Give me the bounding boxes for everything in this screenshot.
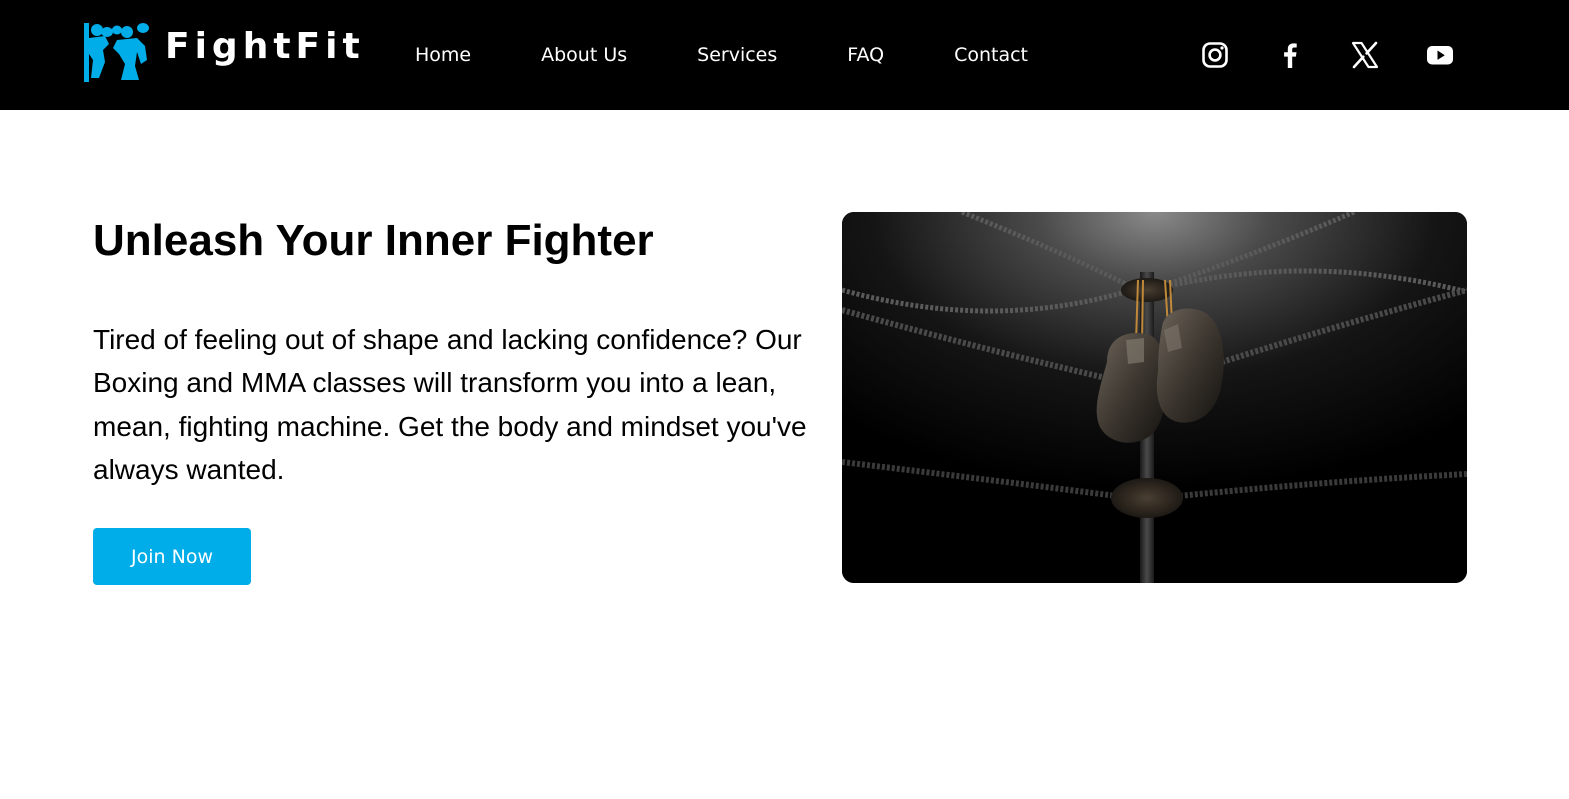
youtube-icon	[1427, 46, 1453, 65]
logo-link[interactable]: FightFit	[83, 20, 365, 82]
x-twitter-link[interactable]	[1345, 35, 1385, 75]
main-nav: Home About Us Services FAQ Contact	[415, 0, 1028, 110]
nav-about-us[interactable]: About Us	[541, 45, 627, 65]
facebook-icon	[1284, 43, 1297, 68]
hero-image	[842, 212, 1467, 583]
boxing-gloves-image	[842, 212, 1467, 583]
join-now-button[interactable]: Join Now	[93, 528, 251, 585]
site-header: FightFit Home About Us Services FAQ Cont…	[0, 0, 1569, 110]
instagram-link[interactable]	[1195, 35, 1235, 75]
x-twitter-icon	[1351, 41, 1379, 69]
nav-contact[interactable]: Contact	[954, 45, 1028, 65]
nav-services[interactable]: Services	[697, 45, 777, 65]
nav-home[interactable]: Home	[415, 45, 471, 65]
nav-faq[interactable]: FAQ	[847, 45, 884, 65]
hero-description: Tired of feeling out of shape and lackin…	[93, 324, 807, 485]
youtube-link[interactable]	[1420, 35, 1460, 75]
instagram-icon	[1202, 42, 1228, 68]
boxers-icon	[84, 23, 149, 82]
facebook-link[interactable]	[1270, 35, 1310, 75]
logo-text: FightFit	[165, 26, 365, 67]
hero-title: Unleash Your Inner Fighter	[93, 216, 654, 265]
